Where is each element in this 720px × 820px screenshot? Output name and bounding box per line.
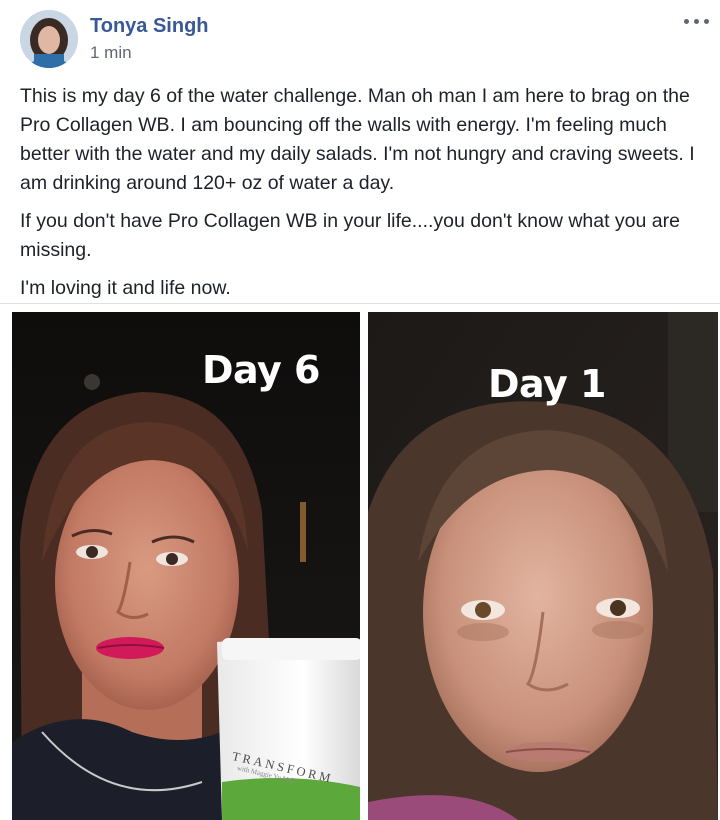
more-options-icon[interactable] (680, 12, 714, 32)
photo-caption: Day 6 (202, 348, 320, 392)
post-paragraph: I'm loving it and life now. (20, 277, 231, 299)
avatar-image (20, 10, 78, 68)
photo-caption: Day 1 (488, 362, 606, 406)
post-text: This is my day 6 of the water challenge.… (20, 82, 710, 312)
photo-day-1[interactable]: Day 1 (368, 312, 718, 820)
post-card: Tonya Singh 1 min This is my day 6 of th… (0, 0, 720, 820)
post-paragraph: If you don't have Pro Collagen WB in you… (20, 210, 680, 261)
more-dot (684, 19, 689, 24)
avatar[interactable] (20, 10, 78, 68)
photo-day-6[interactable]: Day 6 TRANSFORM with Maggie Yu M.D (12, 312, 360, 820)
post-header: Tonya Singh 1 min (18, 10, 709, 70)
post-paragraph: This is my day 6 of the water challenge.… (20, 85, 695, 194)
more-dot (704, 19, 709, 24)
post-timestamp[interactable]: 1 min (90, 43, 132, 63)
divider (0, 303, 720, 304)
more-dot (694, 19, 699, 24)
author-name[interactable]: Tonya Singh (90, 15, 209, 38)
